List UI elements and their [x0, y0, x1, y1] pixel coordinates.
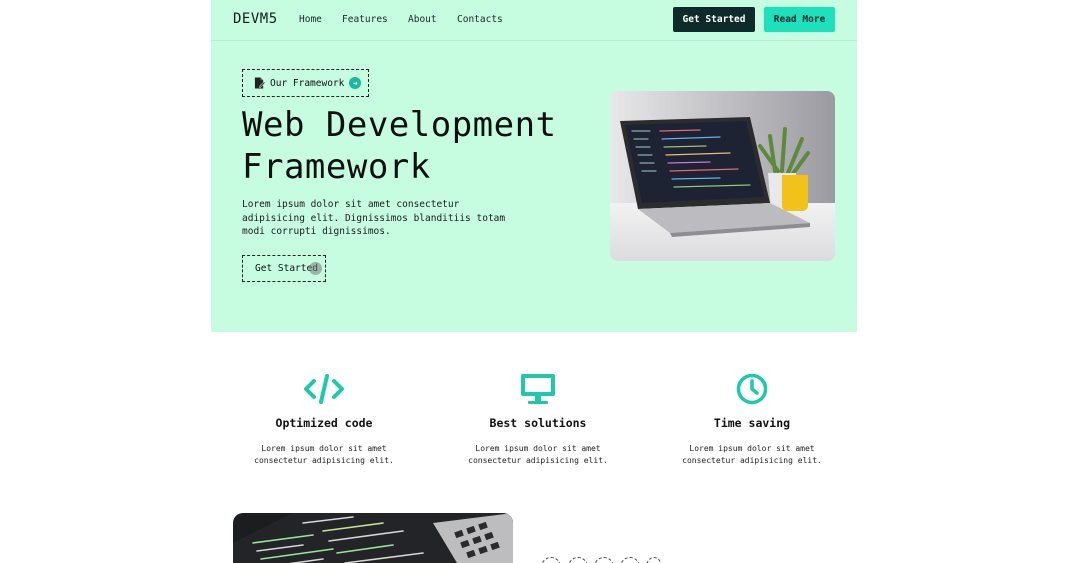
feature-time-saving: Time saving Lorem ipsum dolor sit amet c…	[662, 372, 842, 467]
badge-label: Our Framework	[270, 77, 345, 89]
nav-link-home[interactable]: Home	[299, 14, 322, 25]
feature-best-solutions: Best solutions Lorem ipsum dolor sit ame…	[448, 372, 628, 467]
slider-dot-3[interactable]	[594, 557, 614, 563]
feature-text: Lorem ipsum dolor sit amet consectetur a…	[682, 444, 822, 465]
framework-badge[interactable]: Our Framework ➜	[242, 69, 369, 97]
feature-text: Lorem ipsum dolor sit amet consectetur a…	[254, 444, 394, 465]
hero-laptop-image	[610, 91, 835, 261]
document-edit-icon	[254, 77, 265, 89]
code-icon	[304, 374, 344, 404]
read-more-nav-button[interactable]: Read More	[764, 7, 835, 32]
slider-dot-2[interactable]	[568, 557, 588, 563]
hero-title: Web Development Framework	[242, 104, 562, 188]
get-started-nav-button[interactable]: Get Started	[673, 7, 755, 32]
slider-dot-4[interactable]	[620, 557, 640, 563]
feature-title: Time saving	[713, 416, 791, 430]
feature-title: Best solutions	[489, 416, 587, 430]
hero-description: Lorem ipsum dolor sit amet consectetur a…	[242, 199, 506, 237]
arrow-right-circle-icon: ➜	[349, 77, 362, 89]
slider-dot-5[interactable]	[646, 557, 662, 563]
slider-dot-1[interactable]	[541, 557, 561, 563]
monitor-icon	[521, 374, 555, 404]
nav-link-features[interactable]: Features	[342, 14, 388, 25]
navbar: DEVM5 Home Features About Contacts Get S…	[211, 0, 857, 41]
hero-title-line1: Web Development	[242, 105, 557, 145]
code-laptop-image	[233, 513, 513, 563]
logo[interactable]: DEVM5	[233, 11, 278, 27]
nav-link-about[interactable]: About	[408, 14, 437, 25]
clock-icon	[736, 373, 768, 405]
mouse-cursor	[309, 262, 322, 275]
hero-title-line2: Framework	[242, 147, 431, 187]
feature-optimized-code: Optimized code Lorem ipsum dolor sit ame…	[234, 372, 414, 467]
feature-title: Optimized code	[275, 416, 373, 430]
nav-link-contacts[interactable]: Contacts	[457, 14, 503, 25]
feature-text: Lorem ipsum dolor sit amet consectetur a…	[468, 444, 608, 465]
